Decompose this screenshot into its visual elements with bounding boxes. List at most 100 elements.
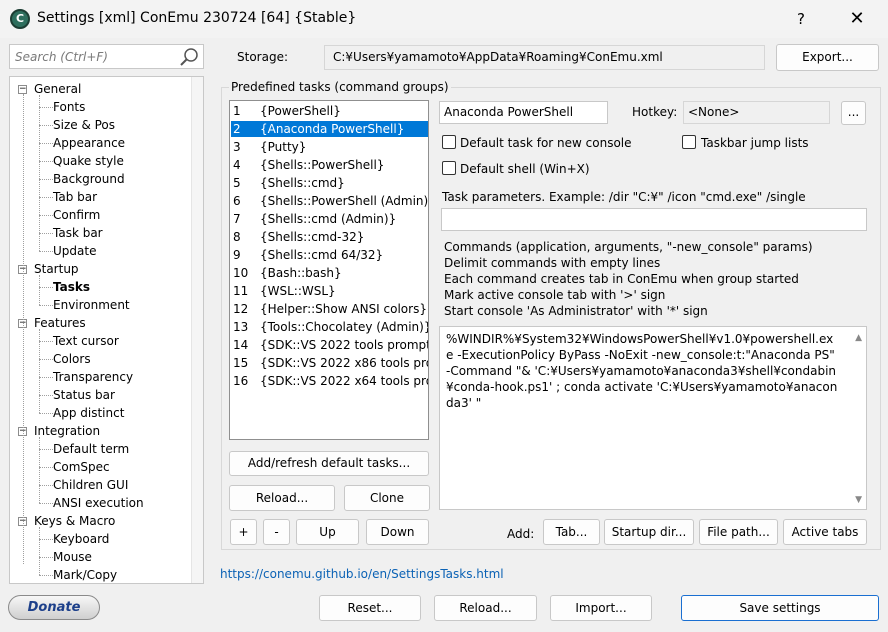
task-list-item[interactable]: 6 {Shells::PowerShell (Admin)} <box>231 193 428 209</box>
clone-task-button[interactable]: Clone <box>344 485 430 511</box>
tree-connector <box>39 539 53 540</box>
task-number: 14 <box>233 338 249 352</box>
tree-scrollbar[interactable] <box>191 77 203 583</box>
task-list-item[interactable]: 13 {Tools::Chocolatey (Admin)} <box>231 319 428 335</box>
tree-item-appearance[interactable]: Appearance <box>53 134 125 152</box>
tree-item-text-cursor[interactable]: Text cursor <box>53 332 119 350</box>
reload-tasks-button[interactable]: Reload... <box>229 485 335 511</box>
tree-item-transparency[interactable]: Transparency <box>53 368 133 386</box>
scroll-up-icon[interactable]: ▲ <box>855 333 862 343</box>
tree-item-size-pos[interactable]: Size & Pos <box>53 116 115 134</box>
donate-button[interactable]: Donate <box>8 595 100 620</box>
tree-expander-icon[interactable]: − <box>18 85 27 94</box>
reset-button[interactable]: Reset... <box>319 595 421 621</box>
search-input[interactable]: Search (Ctrl+F) <box>9 44 204 69</box>
tree-item-app-distinct[interactable]: App distinct <box>53 404 124 422</box>
move-up-button[interactable]: Up <box>296 519 359 545</box>
tree-item-status-bar[interactable]: Status bar <box>53 386 115 404</box>
active-tabs-button[interactable]: Active tabs <box>783 519 867 545</box>
task-list-item[interactable]: 4 {Shells::PowerShell} <box>231 157 428 173</box>
tree-connector <box>39 215 53 216</box>
task-list-item[interactable]: 3 {Putty} <box>231 139 428 155</box>
task-list-item[interactable]: 1 {PowerShell} <box>231 103 428 119</box>
tree-item-general[interactable]: General <box>34 80 81 98</box>
task-number: 10 <box>233 266 249 280</box>
commands-textarea[interactable]: %WINDIR%¥System32¥WindowsPowerShell¥v1.0… <box>439 326 867 510</box>
add-task-button[interactable]: + <box>230 519 257 545</box>
tree-item-integration[interactable]: Integration <box>34 422 100 440</box>
add-tab-button[interactable]: Tab... <box>543 519 600 545</box>
task-list-item[interactable]: 5 {Shells::cmd} <box>231 175 428 191</box>
tree-item-quake-style[interactable]: Quake style <box>53 152 124 170</box>
storage-label: Storage: <box>237 50 288 64</box>
task-list-item[interactable]: 11 {WSL::WSL} <box>231 283 428 299</box>
tree-connector <box>39 107 53 108</box>
tree-item-comspec[interactable]: ComSpec <box>53 458 110 476</box>
settings-tree[interactable]: − General Fonts Size & Pos Appearance Quake s… <box>9 76 204 584</box>
tree-item-task-bar[interactable]: Task bar <box>53 224 103 242</box>
tree-item-confirm[interactable]: Confirm <box>53 206 100 224</box>
task-name: {Putty} <box>260 140 307 154</box>
tree-item-fonts[interactable]: Fonts <box>53 98 85 116</box>
task-list-item[interactable]: 15 {SDK::VS 2022 x86 tools prompt} <box>231 355 428 371</box>
file-path-button[interactable]: File path... <box>699 519 778 545</box>
reload-button[interactable]: Reload... <box>434 595 537 621</box>
task-number: 13 <box>233 320 249 334</box>
tree-item-mark-copy[interactable]: Mark/Copy <box>53 566 117 583</box>
tree-item-tab-bar[interactable]: Tab bar <box>53 188 97 206</box>
predefined-tasks-label: Predefined tasks (command groups) <box>229 80 451 94</box>
scroll-down-icon[interactable]: ▼ <box>855 495 862 505</box>
task-list-item[interactable]: 16 {SDK::VS 2022 x64 tools prompt} <box>231 373 428 389</box>
taskbar-jump-checkbox[interactable] <box>682 135 696 149</box>
task-list-item[interactable]: 14 {SDK::VS 2022 tools prompt} <box>231 337 428 353</box>
tree-item-children-gui[interactable]: Children GUI <box>53 476 128 494</box>
task-list-item[interactable]: 9 {Shells::cmd 64/32} <box>231 247 428 263</box>
save-settings-button[interactable]: Save settings <box>681 595 879 621</box>
task-number: 3 <box>233 140 241 154</box>
tree-connector <box>39 485 53 486</box>
default-task-checkbox[interactable] <box>442 135 456 149</box>
import-button[interactable]: Import... <box>550 595 652 621</box>
task-list[interactable]: 1 {PowerShell} 2 {Anaconda PowerShell} 3 {Put… <box>229 100 429 440</box>
tree-connector <box>39 179 53 180</box>
tree-item-keys-macro[interactable]: Keys & Macro <box>34 512 115 530</box>
task-list-item[interactable]: 2 {Anaconda PowerShell} <box>231 121 428 137</box>
task-number: 4 <box>233 158 241 172</box>
help-button[interactable]: ? <box>788 6 814 32</box>
info-line: Delimit commands with empty lines <box>444 256 661 270</box>
move-down-button[interactable]: Down <box>366 519 429 545</box>
tree-item-background[interactable]: Background <box>53 170 125 188</box>
task-list-item[interactable]: 8 {Shells::cmd-32} <box>231 229 428 245</box>
tree-item-update[interactable]: Update <box>53 242 96 260</box>
hotkey-field[interactable]: <None> <box>683 101 830 124</box>
tree-item-features[interactable]: Features <box>34 314 86 332</box>
task-name: {Helper::Show ANSI colors} <box>260 302 427 316</box>
task-name-input[interactable]: Anaconda PowerShell <box>439 101 608 124</box>
help-link[interactable]: https://conemu.github.io/en/SettingsTask… <box>220 567 504 581</box>
info-line: Mark active console tab with '>' sign <box>444 288 666 302</box>
tree-item-mouse[interactable]: Mouse <box>53 548 92 566</box>
tree-connector <box>39 251 53 252</box>
hotkey-browse-button[interactable]: ... <box>841 101 866 125</box>
task-name: {Tools::Chocolatey (Admin)} <box>260 320 428 334</box>
task-parameters-input[interactable] <box>441 208 867 231</box>
export-button[interactable]: Export... <box>776 44 879 71</box>
tree-item-tasks[interactable]: Tasks <box>53 278 90 296</box>
tree-item-environment[interactable]: Environment <box>53 296 130 314</box>
tree-item-default-term[interactable]: Default term <box>53 440 129 458</box>
tree-item-startup[interactable]: Startup <box>34 260 79 278</box>
remove-task-button[interactable]: - <box>263 519 290 545</box>
default-shell-checkbox[interactable] <box>442 161 456 175</box>
task-list-item[interactable]: 7 {Shells::cmd (Admin)} <box>231 211 428 227</box>
tree-item-ansi-execution[interactable]: ANSI execution <box>53 494 144 512</box>
task-list-item[interactable]: 10 {Bash::bash} <box>231 265 428 281</box>
tree-item-colors[interactable]: Colors <box>53 350 91 368</box>
close-button[interactable]: ✕ <box>840 6 874 32</box>
commands-text: %WINDIR%¥System32¥WindowsPowerShell¥v1.0… <box>446 332 839 410</box>
add-refresh-tasks-button[interactable]: Add/refresh default tasks... <box>229 451 429 476</box>
tree-item-keyboard[interactable]: Keyboard <box>53 530 109 548</box>
startup-dir-button[interactable]: Startup dir... <box>604 519 694 545</box>
task-list-item[interactable]: 12 {Helper::Show ANSI colors} <box>231 301 428 317</box>
storage-path-field: C:¥Users¥yamamoto¥AppData¥Roaming¥ConEmu… <box>324 45 765 70</box>
search-icon[interactable] <box>179 47 199 67</box>
